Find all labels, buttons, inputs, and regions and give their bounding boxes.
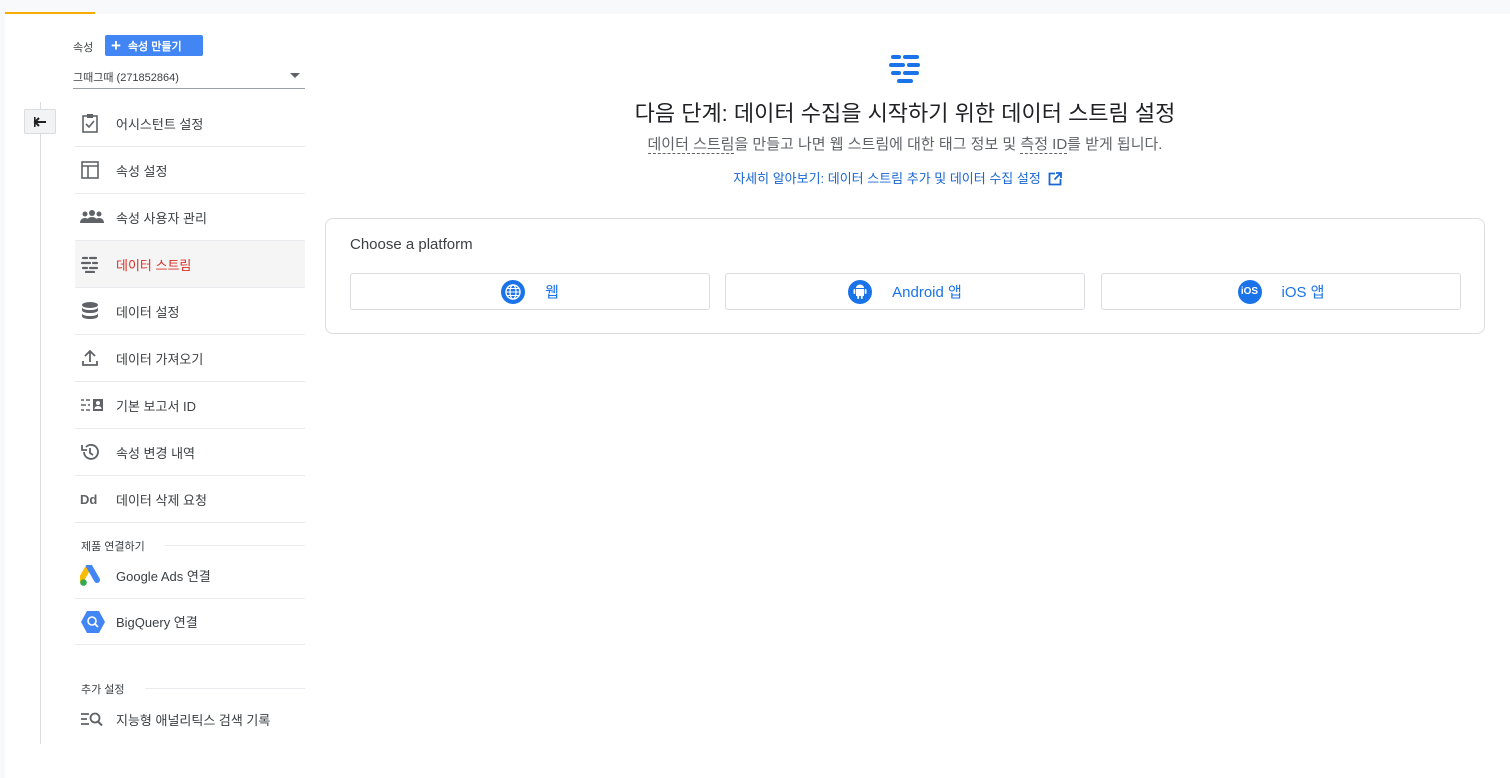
globe-icon — [505, 283, 521, 300]
link-label: Google Ads 연결 — [116, 569, 211, 584]
platform-card-title: Choose a platform — [350, 236, 473, 253]
people-icon — [80, 210, 104, 223]
android-icon — [853, 284, 867, 299]
measurement-id-term[interactable]: 측정 ID — [1020, 136, 1068, 154]
learn-more-label: 자세히 알아보기: 데이터 스트림 추가 및 데이터 수집 설정 — [733, 171, 1041, 186]
reporting-id-icon — [81, 399, 103, 411]
nav-item-label: 속성 변경 내역 — [116, 445, 195, 461]
subtitle-text: 을 만들고 나면 웹 스트림에 대한 태그 정보 및 — [734, 136, 1021, 153]
nav-item-user-management[interactable]: 속성 사용자 관리 — [75, 194, 305, 241]
nav-item-reporting-id[interactable]: 기본 보고서 ID — [75, 382, 305, 429]
web-platform-button[interactable]: 웹 — [350, 273, 710, 310]
main-content: 다음 단계: 데이터 수집을 시작하기 위한 데이터 스트림 설정 데이터 스트… — [305, 14, 1510, 778]
nav-item-change-history[interactable]: 속성 변경 내역 — [75, 429, 305, 476]
nav-item-label: 데이터 가져오기 — [116, 351, 204, 367]
top-strip — [0, 0, 1510, 14]
section-divider — [145, 688, 305, 689]
link-label: BigQuery 연결 — [116, 615, 198, 630]
create-property-button[interactable]: + 속성 만들기 — [105, 35, 203, 56]
create-property-label: 속성 만들기 — [127, 40, 182, 53]
bigquery-icon — [81, 610, 105, 633]
ios-platform-label: iOS 앱 — [1281, 284, 1325, 301]
nav-item-label: 속성 사용자 관리 — [116, 210, 207, 226]
data-stream-term[interactable]: 데이터 스트림 — [647, 136, 735, 154]
clipboard-check-icon — [82, 114, 98, 133]
section-divider — [165, 545, 305, 546]
history-icon — [81, 444, 99, 460]
property-selector-value: 그때그때 (271852864) — [73, 72, 179, 84]
subtitle-text: 를 받게 됩니다. — [1067, 136, 1163, 153]
product-links-header: 제품 연결하기 — [81, 541, 145, 553]
android-platform-button[interactable]: Android 앱 — [725, 273, 1085, 310]
database-icon — [82, 302, 98, 319]
page-headline: 다음 단계: 데이터 수집을 시작하기 위한 데이터 스트림 설정 — [634, 101, 1176, 126]
nav-item-assistant-setup[interactable]: 어시스턴트 설정 — [75, 100, 305, 147]
search-history-icon — [81, 712, 103, 727]
sidebar-divider — [40, 102, 41, 744]
data-stream-icon — [80, 256, 99, 273]
link-label: 지능형 애널리틱스 검색 기록 — [116, 712, 271, 728]
plus-icon: + — [111, 36, 121, 55]
google-ads-icon — [80, 564, 100, 586]
ios-icon: iOS — [1240, 286, 1259, 297]
nav-item-label: 속성 설정 — [116, 163, 168, 179]
nav-item-data-deletion[interactable]: Dd 데이터 삭제 요청 — [75, 476, 305, 523]
link-google-ads[interactable]: Google Ads 연결 — [75, 553, 305, 599]
nav-item-data-streams[interactable]: 데이터 스트림 — [75, 241, 305, 288]
nav-item-label: 데이터 설정 — [116, 304, 180, 320]
nav-item-label: 데이터 삭제 요청 — [116, 492, 207, 508]
web-platform-label: 웹 — [545, 284, 559, 301]
dropdown-caret-icon — [290, 73, 300, 78]
back-button[interactable] — [24, 109, 56, 134]
extra-settings-header: 추가 설정 — [81, 684, 125, 696]
nav-item-label: 기본 보고서 ID — [116, 398, 197, 414]
property-label: 속성 — [73, 42, 94, 54]
nav-item-data-settings[interactable]: 데이터 설정 — [75, 288, 305, 335]
android-platform-label: Android 앱 — [892, 284, 962, 301]
learn-more-link[interactable]: 자세히 알아보기: 데이터 스트림 추가 및 데이터 수집 설정 — [305, 168, 1490, 187]
ios-platform-button[interactable]: iOS iOS 앱 — [1101, 273, 1461, 310]
dd-icon: Dd — [80, 491, 98, 507]
link-bigquery[interactable]: BigQuery 연결 — [75, 599, 305, 645]
nav-item-label: 데이터 스트림 — [116, 257, 192, 273]
arrow-back-icon — [33, 116, 46, 127]
layout-icon — [81, 161, 99, 179]
link-search-history[interactable]: 지능형 애널리틱스 검색 기록 — [75, 696, 305, 742]
platform-card: Choose a platform 웹 Android 앱 iOS iOS 앱 — [325, 218, 1485, 334]
data-stream-hero-icon — [889, 55, 920, 83]
page-subtitle: 데이터 스트림을 만들고 나면 웹 스트림에 대한 태그 정보 및 측정 ID를… — [305, 133, 1505, 154]
nav-item-label: 어시스턴트 설정 — [116, 116, 204, 132]
nav-item-data-import[interactable]: 데이터 가져오기 — [75, 335, 305, 382]
open-in-new-icon — [1048, 172, 1062, 186]
upload-icon — [82, 349, 98, 366]
nav-item-property-settings[interactable]: 속성 설정 — [75, 147, 305, 194]
property-selector[interactable]: 그때그때 (271852864) — [73, 64, 305, 89]
admin-sidebar: 속성 + 속성 만들기 그때그때 (271852864) 어시스턴트 설정 속성… — [5, 14, 305, 778]
property-nav: 어시스턴트 설정 속성 설정 속성 사용자 관리 데이터 스트림 데이터 설정 … — [75, 100, 305, 523]
